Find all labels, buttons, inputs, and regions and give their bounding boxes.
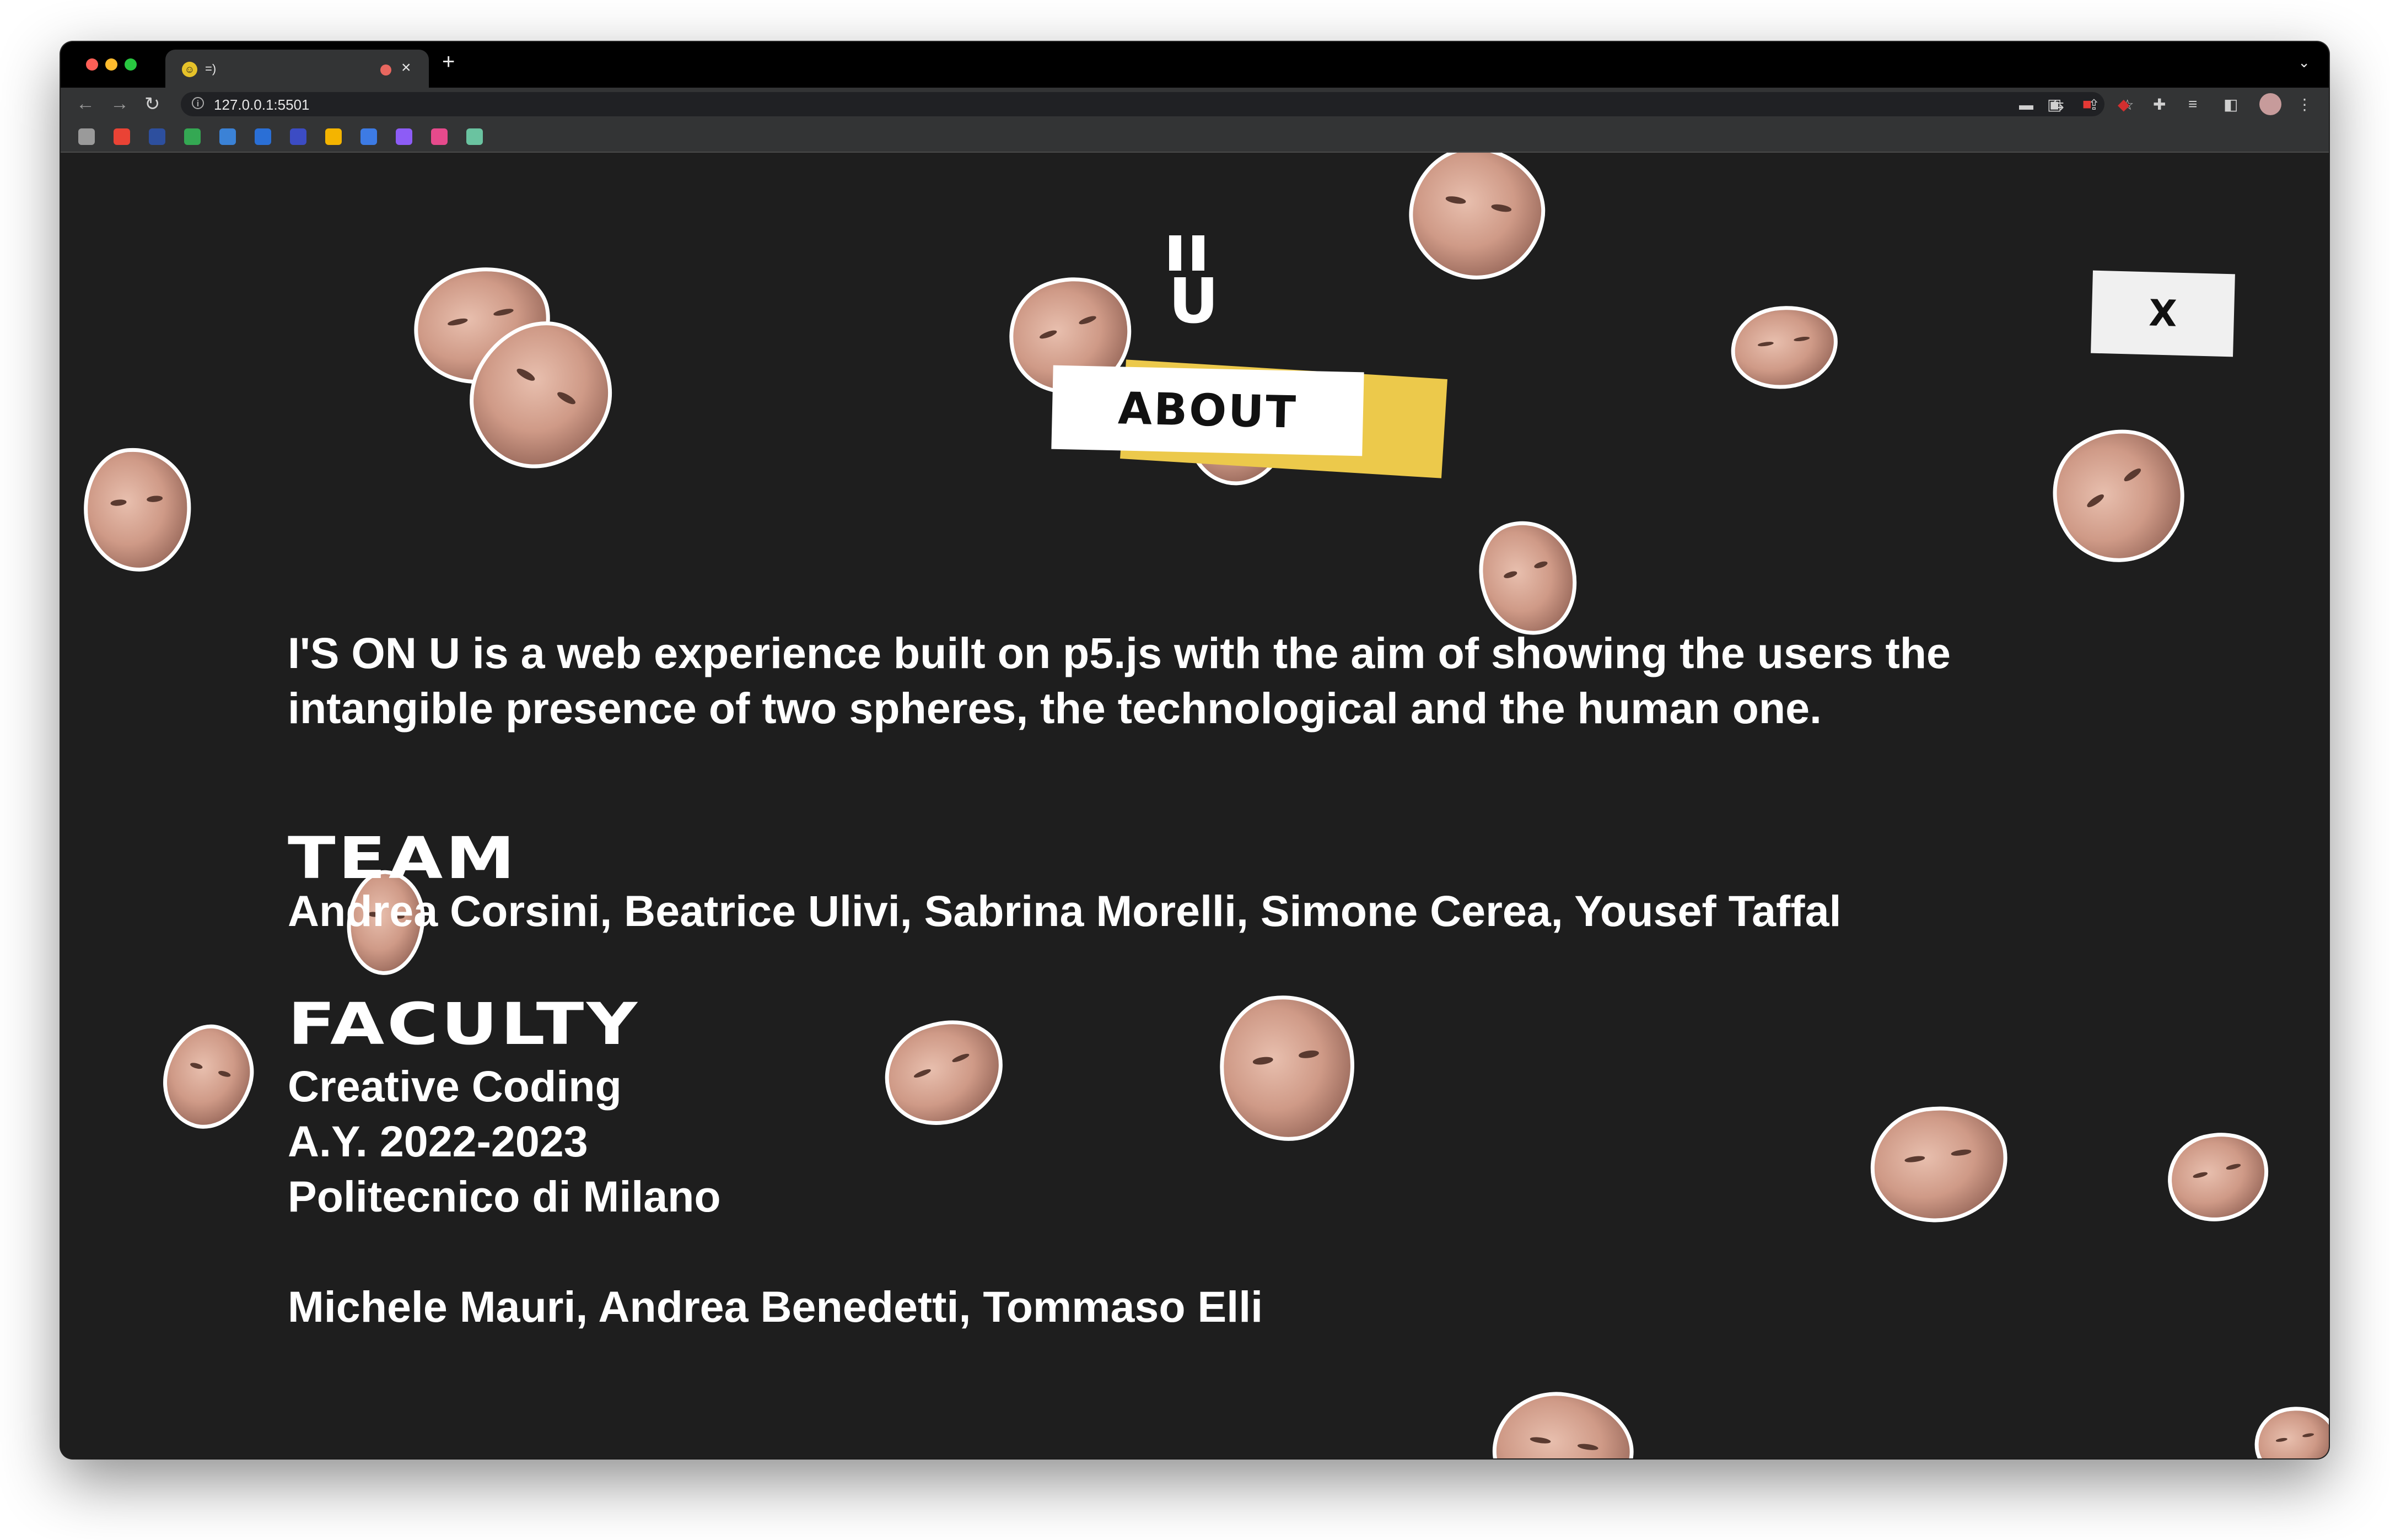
bookmark-icon[interactable] [325,128,342,145]
team-names: Andrea Corsini, Beatrice Ulivi, Sabrina … [288,886,1842,935]
reading-list-icon[interactable]: ≡ [2188,95,2197,113]
tab-strip: ☺ =) × + ⌄ [61,42,2329,88]
extension-icon[interactable]: ▣ [2047,95,2061,114]
team-heading: TEAM [288,825,518,892]
browser-toolbar: ← → ↻ i 127.0.0.1:5501 ▬ ⇆ ⇪ ☆ ▣ ■ ◆ ✚ ≡… [61,88,2329,121]
bookmark-icon[interactable] [290,128,306,145]
close-tab-button[interactable]: × [401,58,411,77]
faculty-year: A.Y. 2022-2023 [288,1117,588,1166]
site-info-icon[interactable]: i [192,97,204,109]
maximize-window-button[interactable] [125,58,137,71]
face-sticker [77,442,198,577]
about-label: ABOUT [1051,365,1364,456]
reload-button[interactable]: ↻ [144,93,160,115]
faculty-heading: FACULTY [288,990,640,1058]
forward-button[interactable]: → [110,93,129,115]
face-sticker [2158,1121,2279,1232]
face-sticker [1210,986,1365,1150]
tab-title: =) [205,62,217,76]
bookmark-icon[interactable] [78,128,95,145]
faculty-course: Creative Coding [288,1062,622,1111]
face-sticker [1399,153,1555,290]
tab-active[interactable]: ☺ =) × [165,50,429,88]
faculty-university: Politecnico di Milano [288,1172,721,1221]
face-sticker [2248,1399,2329,1458]
url-text[interactable]: 127.0.0.1:5501 [214,96,310,114]
bookmark-icon[interactable] [255,128,271,145]
close-window-button[interactable] [86,58,98,71]
side-panel-icon[interactable]: ◧ [2224,95,2238,114]
extensions-puzzle-icon[interactable]: ✚ [2153,95,2166,114]
faculty-names: Michele Mauri, Andrea Benedetti, Tommaso… [288,1282,1263,1331]
pdf-extension-icon[interactable]: ◆ [2118,95,2130,114]
back-button[interactable]: ← [76,93,95,115]
bookmark-icon[interactable] [396,128,412,145]
profile-avatar[interactable] [2259,93,2281,115]
tab-search-button[interactable]: ⌄ [2298,54,2310,71]
new-tab-button[interactable]: + [442,51,455,73]
face-sticker [1485,1383,1641,1458]
smiley-favicon-icon: ☺ [182,62,197,77]
extension-red-icon[interactable]: ■ [2082,95,2092,113]
bookmark-icon[interactable] [360,128,377,145]
face-sticker [869,1002,1020,1143]
recording-indicator-icon [380,64,391,76]
bookmarks-bar [61,121,2329,153]
page-content: U ABOUT X I'S ON U is a web experience b… [61,153,2329,1458]
close-about-button[interactable]: X [2091,270,2235,357]
bookmark-icon[interactable] [114,128,130,145]
bookmark-icon[interactable] [431,128,448,145]
menu-kebab-icon[interactable]: ⋮ [2297,95,2312,114]
bookmark-icon[interactable] [219,128,236,145]
intro-paragraph: I'S ON U is a web experience built on p5… [288,628,1951,733]
bookmark-icon[interactable] [149,128,165,145]
bookmark-icon[interactable] [466,128,483,145]
bookmark-icon[interactable] [184,128,201,145]
face-sticker [1863,1097,2016,1231]
site-logo-letter: U [1169,266,1219,337]
browser-window: ☺ =) × + ⌄ ← → ↻ i 127.0.0.1:5501 ▬ ⇆ ⇪ … [61,42,2329,1458]
address-bar[interactable]: i 127.0.0.1:5501 ▬ ⇆ ⇪ ☆ [181,92,2134,116]
face-sticker [151,1014,266,1140]
minimize-window-button[interactable] [105,58,117,71]
camera-icon[interactable]: ▬ [2019,96,2033,114]
face-sticker [2027,403,2212,588]
face-sticker [1725,299,1844,396]
